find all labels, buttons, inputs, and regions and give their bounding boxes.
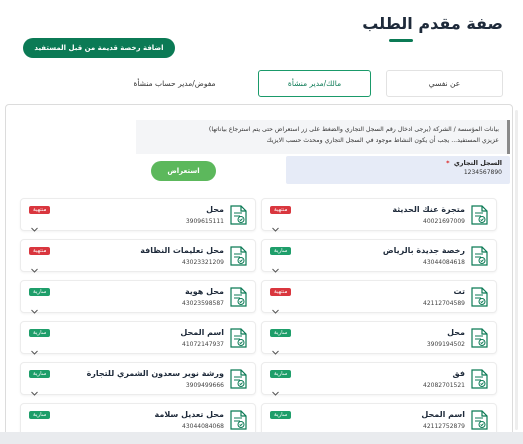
info-line-1: بيانات المؤسسة / الشركة (يرجى ادخال رقم … xyxy=(208,126,499,133)
license-card[interactable]: محل تعليمات النظافة 43023321209 منتهية xyxy=(20,239,256,273)
license-name: اسم المحل xyxy=(421,410,465,419)
license-card[interactable]: محل هوية 43023598587 سارية xyxy=(20,280,256,314)
status-badge: سارية xyxy=(270,247,292,255)
chevron-down-icon[interactable] xyxy=(272,259,279,273)
license-number: 3909194502 xyxy=(426,341,465,348)
license-card[interactable]: محل 3909194502 سارية xyxy=(261,321,497,355)
license-number: 3909499666 xyxy=(185,382,224,389)
status-badge: سارية xyxy=(29,411,51,419)
license-number: 42112704589 xyxy=(423,300,465,307)
license-document-icon xyxy=(471,328,488,348)
status-badge: سارية xyxy=(29,329,51,337)
license-card[interactable]: تت 42112704589 منتهية xyxy=(261,280,497,314)
chevron-down-icon[interactable] xyxy=(31,259,38,273)
license-number: 43023598587 xyxy=(182,300,224,307)
status-badge: سارية xyxy=(270,370,292,378)
license-document-icon xyxy=(230,287,247,307)
license-number: 43044084618 xyxy=(423,259,465,266)
chevron-down-icon[interactable] xyxy=(272,423,279,437)
license-name: رخصة جديدة بالرياض xyxy=(382,246,465,255)
commercial-register-field[interactable]: السجل التجاري * 1234567890 xyxy=(286,156,510,184)
cr-label-wrap: السجل التجاري * xyxy=(294,159,502,167)
license-document-icon xyxy=(471,410,488,430)
status-badge: منتهية xyxy=(270,206,292,214)
chevron-down-icon[interactable] xyxy=(31,218,38,232)
license-number: 3909615111 xyxy=(185,218,224,225)
license-document-icon xyxy=(230,246,247,266)
query-button[interactable]: استعراض xyxy=(151,161,216,181)
license-name: محل تعديل سلامة xyxy=(154,410,224,419)
info-line-2: عزيزي المستفيد... يجب أن يكون النشاط موج… xyxy=(266,137,499,144)
status-badge: منتهية xyxy=(29,206,51,214)
license-name: محل هوية xyxy=(184,287,224,296)
cr-value[interactable]: 1234567890 xyxy=(294,169,502,176)
license-document-icon xyxy=(471,287,488,307)
required-mark: * xyxy=(446,159,450,167)
tab-delegate-manager[interactable]: مفوض/مدير حساب منشأة xyxy=(118,70,231,97)
license-document-icon xyxy=(471,246,488,266)
license-number: 42112752879 xyxy=(423,423,465,430)
license-card[interactable]: محل 3909615111 منتهية xyxy=(20,198,256,232)
license-name: ورشة نوير سعدون الشمري للتجارة xyxy=(86,369,224,378)
license-card[interactable]: فق 42082701521 سارية xyxy=(261,362,497,396)
license-card[interactable]: اسم المحل 41072147937 سارية xyxy=(20,321,256,355)
license-document-icon xyxy=(230,410,247,430)
license-name: اسم المحل xyxy=(180,328,224,337)
chevron-down-icon[interactable] xyxy=(31,423,38,437)
license-name: محل xyxy=(206,205,224,214)
license-document-icon xyxy=(230,328,247,348)
license-document-icon xyxy=(471,205,488,225)
page-title: صفة مقدم الطلب xyxy=(362,14,503,33)
status-badge: سارية xyxy=(29,288,51,296)
add-old-license-button[interactable]: اضافة رخصة قديمة من قبل المستفيد xyxy=(23,38,175,58)
chevron-down-icon[interactable] xyxy=(272,300,279,314)
license-name: محل xyxy=(447,328,465,337)
status-badge: سارية xyxy=(29,370,51,378)
license-card[interactable]: ورشة نوير سعدون الشمري للتجارة 3909499666… xyxy=(20,362,256,396)
license-card[interactable]: رخصة جديدة بالرياض 43044084618 سارية xyxy=(261,239,497,273)
license-number: 40021697009 xyxy=(423,218,465,225)
status-badge: منتهية xyxy=(29,247,51,255)
license-document-icon xyxy=(230,369,247,389)
chevron-down-icon[interactable] xyxy=(31,382,38,396)
license-number: 42082701521 xyxy=(423,382,465,389)
status-badge: سارية xyxy=(270,411,292,419)
status-badge: سارية xyxy=(270,329,292,337)
license-name: محل تعليمات النظافة xyxy=(140,246,224,255)
chevron-down-icon[interactable] xyxy=(31,300,38,314)
license-name: متجرة عنك الحديثة xyxy=(392,205,465,214)
chevron-down-icon[interactable] xyxy=(31,341,38,355)
scrollbar[interactable] xyxy=(515,110,518,430)
license-name: تت xyxy=(453,287,465,296)
chevron-down-icon[interactable] xyxy=(272,341,279,355)
license-name: فق xyxy=(452,369,465,378)
license-document-icon xyxy=(230,205,247,225)
license-number: 43023321209 xyxy=(182,259,224,266)
tab-self[interactable]: عن نفسي xyxy=(386,70,503,97)
cr-label: السجل التجاري xyxy=(453,159,502,167)
bottom-bar xyxy=(0,432,523,444)
title-underline xyxy=(389,39,413,42)
license-document-icon xyxy=(471,369,488,389)
license-number: 41072147937 xyxy=(182,341,224,348)
chevron-down-icon[interactable] xyxy=(272,382,279,396)
license-number: 43044084068 xyxy=(182,423,224,430)
chevron-down-icon[interactable] xyxy=(272,218,279,232)
info-notice: بيانات المؤسسة / الشركة (يرجى ادخال رقم … xyxy=(136,120,510,154)
status-badge: منتهية xyxy=(270,288,292,296)
tab-owner-manager[interactable]: مالك/مدير منشأة xyxy=(258,70,371,97)
license-card[interactable]: متجرة عنك الحديثة 40021697009 منتهية xyxy=(261,198,497,232)
